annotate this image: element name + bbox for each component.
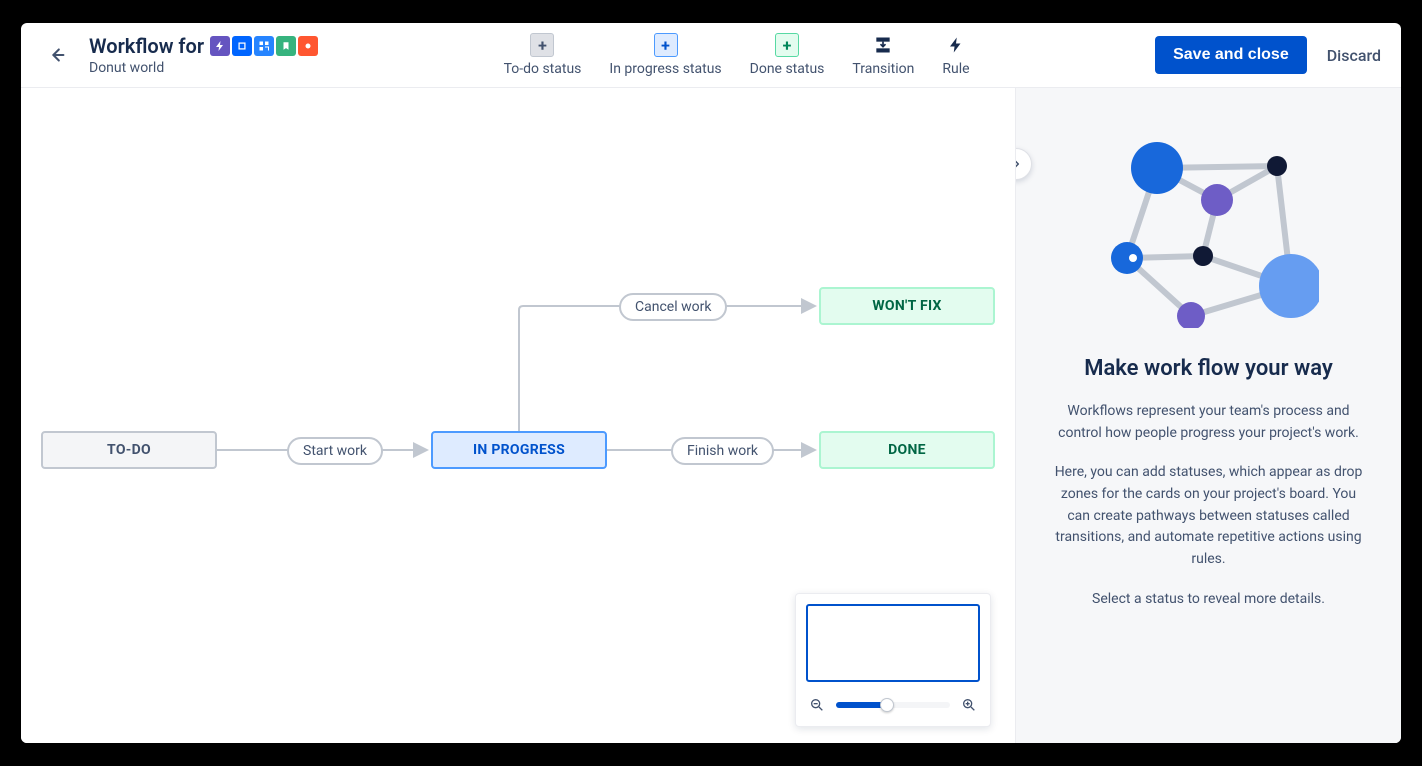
collapse-panel-button[interactable]: [1015, 148, 1032, 180]
minimap-viewport[interactable]: [806, 604, 980, 682]
status-node-todo[interactable]: TO-DO: [41, 431, 217, 469]
tool-label: In progress status: [609, 61, 721, 77]
header-bar: Workflow for: [21, 23, 1401, 88]
body: TO-DO IN PROGRESS WON'T FIX DONE Start w…: [21, 88, 1401, 743]
panel-paragraph-2: Here, you can add statuses, which appear…: [1048, 462, 1369, 570]
zoom-in-button[interactable]: [958, 694, 980, 716]
minimap: [795, 593, 991, 727]
save-button[interactable]: Save and close: [1155, 36, 1307, 74]
plus-icon: +: [530, 33, 554, 57]
transition-cancel-work[interactable]: Cancel work: [619, 293, 727, 321]
back-button[interactable]: [41, 39, 73, 71]
task-icon: [254, 36, 274, 56]
workflow-canvas[interactable]: TO-DO IN PROGRESS WON'T FIX DONE Start w…: [21, 88, 1015, 743]
discard-button[interactable]: Discard: [1327, 46, 1381, 65]
zoom-in-icon: [961, 697, 977, 713]
side-panel: Make work flow your way Workflows repres…: [1015, 88, 1401, 743]
add-rule-button[interactable]: Rule: [942, 33, 969, 77]
story-icon: [232, 36, 252, 56]
chevron-right-icon: [1015, 157, 1023, 171]
zoom-out-icon: [809, 697, 825, 713]
issue-type-icons: [210, 36, 318, 56]
panel-title: Make work flow your way: [1048, 356, 1369, 381]
plus-icon: +: [654, 33, 678, 57]
toolbar: + To-do status + In progress status + Do…: [504, 33, 970, 77]
arrow-left-icon: [46, 44, 68, 66]
subtask-icon: [276, 36, 296, 56]
status-node-wont-fix[interactable]: WON'T FIX: [819, 287, 995, 325]
zoom-controls: [806, 694, 980, 716]
zoom-slider[interactable]: [836, 702, 950, 708]
transition-icon: [871, 33, 895, 57]
app-window: Workflow for: [21, 23, 1401, 743]
tool-label: Done status: [750, 61, 825, 77]
panel-paragraph-3: Select a status to reveal more details.: [1048, 589, 1369, 611]
status-node-done[interactable]: DONE: [819, 431, 995, 469]
zoom-out-button[interactable]: [806, 694, 828, 716]
add-inprogress-status-button[interactable]: + In progress status: [609, 33, 721, 77]
status-node-in-progress[interactable]: IN PROGRESS: [431, 431, 607, 469]
rule-icon: [944, 33, 968, 57]
header-actions: Save and close Discard: [1155, 36, 1381, 74]
panel-paragraph-1: Workflows represent your team's process …: [1048, 401, 1369, 444]
tool-label: Transition: [852, 61, 914, 77]
tool-label: To-do status: [504, 61, 582, 77]
bug-icon: [298, 36, 318, 56]
plus-icon: +: [775, 33, 799, 57]
epic-icon: [210, 36, 230, 56]
page-title: Workflow for: [89, 34, 204, 58]
tool-label: Rule: [942, 61, 969, 77]
transition-start-work[interactable]: Start work: [287, 437, 383, 465]
project-name: Donut world: [89, 60, 318, 76]
title-block: Workflow for: [89, 34, 318, 76]
add-done-status-button[interactable]: + Done status: [750, 33, 825, 77]
panel-illustration: [1048, 128, 1369, 328]
add-todo-status-button[interactable]: + To-do status: [504, 33, 582, 77]
add-transition-button[interactable]: Transition: [852, 33, 914, 77]
transition-finish-work[interactable]: Finish work: [671, 437, 774, 465]
